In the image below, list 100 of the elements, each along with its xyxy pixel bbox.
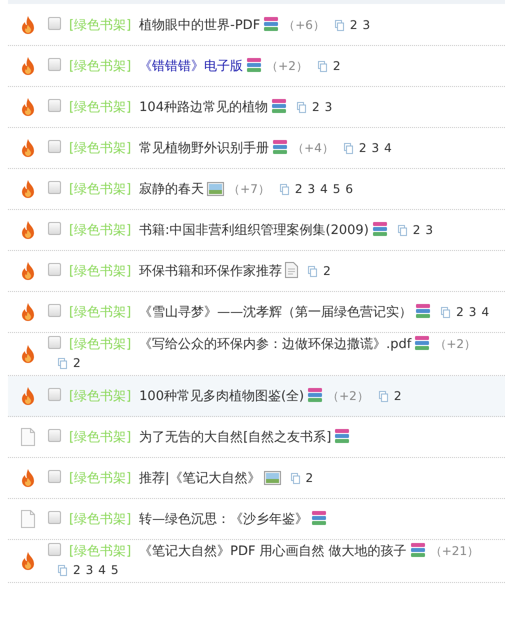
image-count: （+4） (292, 140, 334, 154)
flame-icon (20, 138, 36, 158)
image-count: （+7） (228, 182, 270, 196)
pages-icon (398, 224, 407, 236)
page-link[interactable]: 3 (425, 222, 434, 236)
pages-icon (280, 184, 289, 194)
checkbox[interactable] (48, 98, 61, 112)
thread-title-link[interactable]: 寂静的春天 (139, 182, 204, 196)
archive-icon (410, 542, 426, 558)
page-link[interactable]: 4 (384, 140, 392, 154)
checkbox[interactable] (48, 304, 61, 316)
archive-icon (272, 138, 288, 154)
thread-title-link[interactable]: 104种路边常见的植物 (139, 100, 268, 114)
pages-icon (290, 472, 300, 484)
checkbox[interactable] (48, 262, 61, 276)
flame-icon (20, 468, 36, 488)
archive-icon (414, 335, 430, 351)
flame-icon (20, 302, 36, 322)
checkbox[interactable] (48, 388, 61, 400)
pages-icon (334, 20, 344, 30)
flame-icon (20, 551, 36, 571)
image-count: （+2） (266, 58, 308, 72)
page-link[interactable]: 3 (468, 304, 476, 318)
flame-icon (20, 344, 36, 364)
page-link[interactable]: 3 (324, 100, 332, 114)
flame-icon (20, 97, 36, 117)
thread-title-link[interactable]: 书籍:中国非营利组织管理案例集(2009) (139, 222, 369, 238)
archive-icon (415, 302, 432, 318)
thread-title-link[interactable]: 为了无告的大自然[自然之友书系] (139, 430, 332, 444)
page-link[interactable]: 2 (332, 58, 340, 72)
pages-icon (441, 306, 450, 318)
document-icon (20, 509, 36, 529)
archive-icon (263, 16, 280, 32)
page-link[interactable]: 2 (73, 356, 81, 370)
thread-title-link[interactable]: 转—绿色沉思：《沙乡年鉴》 (139, 512, 308, 526)
checkbox[interactable] (48, 470, 61, 482)
document-icon (20, 427, 36, 447)
page-link[interactable]: 4 (481, 304, 490, 318)
archive-icon (311, 510, 328, 526)
flame-icon (20, 386, 36, 406)
flame-icon (20, 261, 36, 281)
pages-icon (296, 102, 306, 112)
page-link[interactable]: 2 (350, 18, 358, 32)
pages-icon (58, 358, 67, 369)
thread-title-link[interactable]: 《雪山寻梦》——沈孝辉（第一届绿色营记实） (139, 304, 412, 320)
archive-icon (246, 56, 262, 72)
image-count: （+2） (434, 337, 476, 351)
checkbox[interactable] (48, 543, 61, 556)
page-link[interactable]: 5 (110, 563, 119, 577)
page-link[interactable]: 2 (294, 182, 302, 196)
page-link[interactable]: 3 (308, 182, 316, 196)
checkbox[interactable] (48, 16, 61, 30)
thread-title-link[interactable]: 常见植物野外识别手册 (139, 140, 270, 156)
page-link[interactable]: 2 (306, 470, 314, 484)
thread-title-link[interactable]: 植物眼中的世界-PDF (139, 18, 260, 32)
thread-title-link[interactable]: 推荐|《笔记大自然》 (139, 470, 261, 486)
archive-icon (372, 220, 388, 236)
checkbox[interactable] (48, 428, 61, 442)
archive-icon (270, 98, 287, 114)
image-icon (207, 182, 224, 196)
pages-icon (318, 60, 327, 72)
thread-title-link[interactable]: 《错错错》电子版 (139, 58, 244, 74)
checkbox[interactable] (48, 180, 61, 194)
page-link[interactable]: 2 (312, 100, 320, 114)
page-link[interactable]: 2 (456, 304, 464, 318)
flame-icon (20, 179, 36, 199)
thread-title-link[interactable]: 100种常见多肉植物图鉴(全) (139, 388, 304, 404)
checkbox[interactable] (48, 58, 61, 70)
page-link[interactable]: 3 (86, 563, 94, 577)
page-link[interactable]: 2 (412, 222, 420, 236)
flame-icon (20, 15, 36, 35)
page-link[interactable]: 3 (362, 18, 370, 32)
document-icon (285, 262, 298, 278)
image-count: （+6） (283, 18, 325, 32)
archive-icon (307, 386, 324, 402)
image-count: （+2） (327, 388, 369, 402)
checkbox[interactable] (48, 510, 61, 524)
checkbox[interactable] (48, 222, 61, 234)
page-link[interactable]: 4 (320, 182, 328, 196)
thread-title-link[interactable]: 《写给公众的环保内参：边做环保边撒谎》.pdf (139, 337, 412, 352)
checkbox[interactable] (48, 336, 61, 349)
pages-icon (58, 565, 67, 576)
page-link[interactable]: 5 (332, 182, 340, 196)
pages-icon (378, 390, 388, 402)
page-link[interactable]: 6 (345, 182, 354, 196)
thread-title-link[interactable]: 环保书籍和环保作家推荐 (139, 264, 282, 278)
pages-icon (344, 142, 353, 154)
pages-icon (308, 266, 318, 276)
page-link[interactable]: 2 (358, 140, 366, 154)
image-icon (264, 470, 281, 484)
page-link[interactable]: 3 (372, 140, 380, 154)
page-link[interactable]: 2 (394, 388, 402, 402)
page-link[interactable]: 4 (98, 563, 106, 577)
checkbox[interactable] (48, 140, 61, 152)
flame-icon (20, 56, 36, 76)
page-link[interactable]: 2 (323, 264, 331, 278)
image-count: （+21） (430, 544, 480, 558)
page-link[interactable]: 2 (73, 563, 81, 577)
thread-title-link[interactable]: 《笔记大自然》PDF 用心画自然 做大地的孩子 (139, 544, 407, 559)
flame-icon (20, 220, 36, 240)
